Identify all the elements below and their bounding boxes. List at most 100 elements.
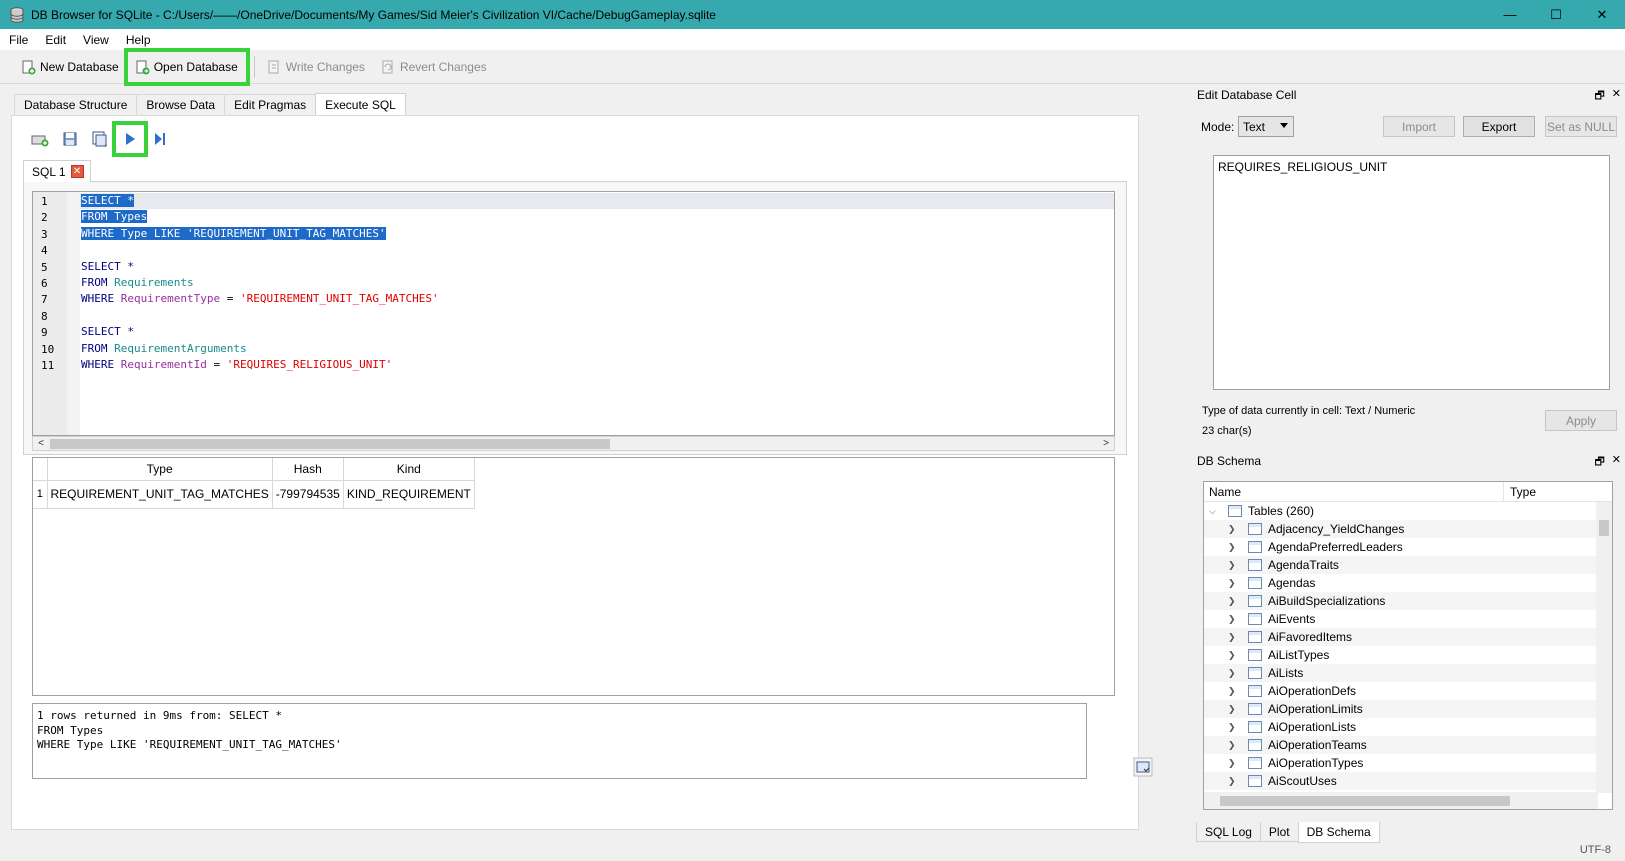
close-tab-icon[interactable]: ✕ — [70, 165, 84, 178]
scrollbar-thumb[interactable] — [50, 439, 610, 449]
menu-file[interactable]: File — [0, 33, 36, 47]
column-header-type[interactable]: Type — [1504, 485, 1536, 499]
tree-node-table[interactable]: ❯ AiScoutUses — [1204, 772, 1598, 790]
chevron-right-icon[interactable]: ❯ — [1228, 524, 1236, 535]
tree-node-table[interactable]: ❯ Agendas — [1204, 574, 1598, 592]
line-number: 5 — [41, 260, 48, 274]
cell-kind[interactable]: KIND_REQUIREMENT — [343, 480, 475, 509]
chevron-right-icon[interactable]: ❯ — [1228, 632, 1236, 643]
revert-changes-button[interactable]: Revert Changes — [376, 54, 493, 80]
table-row[interactable]: 1 REQUIREMENT_UNIT_TAG_MATCHES -79979453… — [33, 480, 475, 509]
sql-tab[interactable]: SQL 1 ✕ — [23, 160, 91, 182]
tree-node-table[interactable]: ❯ AiOperationTeams — [1204, 736, 1598, 754]
tab-database-structure[interactable]: Database Structure — [14, 94, 138, 115]
float-dock-icon[interactable]: 🗗 — [1594, 87, 1604, 106]
tree-node-table[interactable]: ❯ AiFavoredItems — [1204, 628, 1598, 646]
corner-header[interactable] — [33, 458, 48, 481]
tree-node-table[interactable]: ❯ AiEvents — [1204, 610, 1598, 628]
tree-node-table[interactable]: ❯ AiOperationLimits — [1204, 700, 1598, 718]
mode-value: Text — [1243, 119, 1266, 134]
sql-editor[interactable]: SELECT * FROM Types WHERE Type LIKE 'REQUI… — [32, 191, 1115, 436]
close-dock-icon[interactable]: ✕ — [1612, 87, 1621, 106]
column-header-hash[interactable]: Hash — [272, 458, 344, 481]
column-header-name[interactable]: Name — [1204, 482, 1504, 502]
open-sql-file-button[interactable] — [57, 126, 83, 152]
minimize-button[interactable]: — — [1487, 0, 1533, 29]
menu-help[interactable]: Help — [117, 33, 159, 47]
chevron-right-icon[interactable]: ❯ — [1228, 596, 1236, 607]
menu-edit[interactable]: Edit — [36, 33, 74, 47]
tree-node-table[interactable]: ❯ AiOperationLists — [1204, 718, 1598, 736]
results-grid[interactable]: Type Hash Kind 1 REQUIREMENT_UNIT_TAG_MA… — [32, 457, 1115, 696]
schema-tree[interactable]: Name Type ⌵ Tables (260) ❯ Adjacency_YieldC… — [1203, 481, 1613, 810]
tree-node-table[interactable]: ❯ AiLists — [1204, 664, 1598, 682]
open-database-button[interactable]: Open Database — [123, 47, 250, 86]
code-token: FROM — [81, 341, 115, 355]
chevron-right-icon[interactable]: ❯ — [1228, 704, 1236, 715]
menu-view[interactable]: View — [74, 33, 117, 47]
editor-horizontal-scrollbar[interactable]: < > — [32, 436, 1115, 451]
open-tab-button[interactable] — [27, 126, 53, 152]
row-number[interactable]: 1 — [33, 480, 48, 509]
tree-node-table[interactable]: ❯ Adjacency_YieldChanges — [1204, 520, 1598, 538]
cell-value-editor[interactable]: REQUIRES_RELIGIOUS_UNIT — [1213, 155, 1610, 390]
chevron-right-icon[interactable]: ❯ — [1228, 578, 1236, 589]
chevron-right-icon[interactable]: ❯ — [1228, 542, 1236, 553]
tab-edit-pragmas[interactable]: Edit Pragmas — [224, 94, 317, 115]
scrollbar-thumb[interactable] — [1599, 520, 1609, 536]
write-changes-button[interactable]: Write Changes — [262, 54, 371, 80]
cell-hash[interactable]: -799794535 — [272, 480, 344, 509]
tree-node-label: AiOperationLists — [1268, 720, 1357, 734]
chevron-right-icon[interactable]: ❯ — [1228, 560, 1236, 571]
tab-execute-sql[interactable]: Execute SQL — [315, 93, 406, 115]
float-dock-icon[interactable]: 🗗 — [1594, 453, 1604, 472]
schema-vertical-scrollbar[interactable] — [1596, 502, 1612, 793]
chevron-right-icon[interactable]: ❯ — [1228, 740, 1236, 751]
execute-line-button[interactable] — [147, 126, 173, 152]
new-database-button[interactable]: New Database — [16, 54, 125, 80]
tree-node-tables[interactable]: ⌵ Tables (260) — [1204, 502, 1598, 520]
set-null-button[interactable]: Set as NULL — [1545, 116, 1617, 137]
chevron-right-icon[interactable]: ❯ — [1228, 686, 1236, 697]
chevron-right-icon[interactable]: ❯ — [1228, 776, 1236, 787]
import-button[interactable]: Import — [1383, 116, 1455, 137]
mode-select[interactable]: Text — [1238, 116, 1294, 137]
line-number: 4 — [41, 244, 48, 258]
save-sql-file-button[interactable] — [87, 126, 113, 152]
tree-node-table[interactable]: ❯ AgendaPreferredLeaders — [1204, 538, 1598, 556]
tree-node-table[interactable]: ❯ AgendaTraits — [1204, 556, 1598, 574]
column-header-kind[interactable]: Kind — [343, 458, 475, 481]
table-icon — [1248, 559, 1262, 571]
scroll-right-icon[interactable]: > — [1099, 437, 1113, 450]
chevron-down-icon[interactable]: ⌵ — [1209, 506, 1216, 517]
scroll-left-icon[interactable]: < — [34, 437, 48, 450]
tab-plot[interactable]: Plot — [1259, 822, 1299, 842]
tab-sql-log[interactable]: SQL Log — [1196, 822, 1261, 842]
chevron-right-icon[interactable]: ❯ — [1228, 650, 1236, 661]
apply-button[interactable]: Apply — [1545, 410, 1617, 431]
execute-all-button[interactable] — [112, 121, 148, 157]
scrollbar-thumb[interactable] — [1220, 796, 1510, 806]
tree-node-table[interactable]: ❯ AiOperationDefs — [1204, 682, 1598, 700]
tab-browse-data[interactable]: Browse Data — [136, 94, 226, 115]
chevron-right-icon[interactable]: ❯ — [1228, 614, 1236, 625]
cell-char-count: 23 char(s) — [1202, 425, 1252, 437]
chevron-right-icon[interactable]: ❯ — [1228, 722, 1236, 733]
tree-node-table[interactable]: ❯ AiOperationTypes — [1204, 754, 1598, 772]
tree-node-table[interactable]: ❯ AiBuildSpecializations — [1204, 592, 1598, 610]
save-results-icon[interactable] — [1133, 757, 1153, 777]
cell-type[interactable]: REQUIREMENT_UNIT_TAG_MATCHES — [47, 480, 273, 509]
schema-horizontal-scrollbar[interactable] — [1204, 792, 1598, 809]
export-button[interactable]: Export — [1463, 116, 1535, 137]
close-dock-icon[interactable]: ✕ — [1612, 453, 1621, 472]
code-token: Requirements — [114, 276, 194, 289]
tab-db-schema[interactable]: DB Schema — [1297, 822, 1380, 843]
maximize-button[interactable]: ☐ — [1533, 0, 1579, 29]
tree-node-table[interactable]: ❯ AiListTypes — [1204, 646, 1598, 664]
chevron-right-icon[interactable]: ❯ — [1228, 758, 1236, 769]
chevron-right-icon[interactable]: ❯ — [1228, 668, 1236, 679]
table-icon — [1248, 775, 1262, 787]
column-header-type[interactable]: Type — [47, 458, 273, 481]
code-token: 'REQUIRES_RELIGIOUS_UNIT' — [226, 358, 393, 371]
close-button[interactable]: ✕ — [1579, 0, 1625, 29]
